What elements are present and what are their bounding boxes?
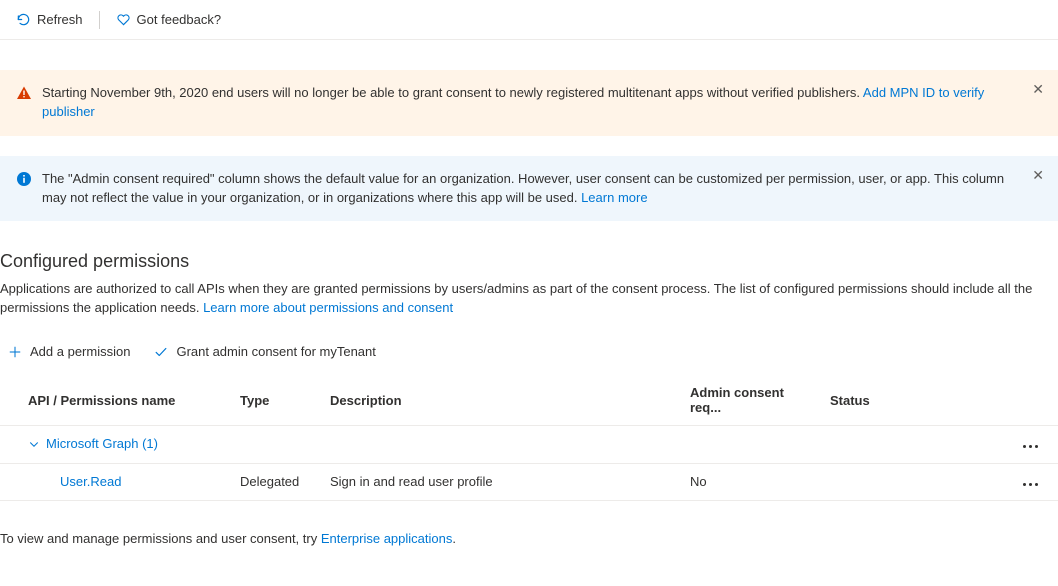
grant-consent-button[interactable]: Grant admin consent for myTenant <box>146 340 383 363</box>
permission-description: Sign in and read user profile <box>320 463 680 500</box>
grant-consent-label: Grant admin consent for myTenant <box>176 344 375 359</box>
header-menu <box>991 377 1058 426</box>
add-permission-label: Add a permission <box>30 344 130 359</box>
info-message: The "Admin consent required" column show… <box>42 171 1004 205</box>
close-icon: ✕ <box>1032 82 1044 96</box>
permissions-table: API / Permissions name Type Description … <box>0 377 1058 501</box>
chevron-down-icon <box>28 438 40 450</box>
feedback-button[interactable]: Got feedback? <box>110 8 228 31</box>
info-text: The "Admin consent required" column show… <box>42 170 1042 208</box>
api-group-toggle[interactable]: Microsoft Graph (1) <box>28 436 158 451</box>
info-learn-more-link[interactable]: Learn more <box>581 190 647 205</box>
header-status[interactable]: Status <box>820 377 991 426</box>
warning-banner: Starting November 9th, 2020 end users wi… <box>0 70 1058 136</box>
section-description-text: Applications are authorized to call APIs… <box>0 281 1032 315</box>
info-banner: The "Admin consent required" column show… <box>0 156 1058 222</box>
enterprise-applications-link[interactable]: Enterprise applications <box>321 531 453 546</box>
feedback-label: Got feedback? <box>137 12 222 27</box>
refresh-icon <box>16 12 31 27</box>
header-name[interactable]: API / Permissions name <box>0 377 230 426</box>
header-type[interactable]: Type <box>230 377 320 426</box>
close-icon: ✕ <box>1032 168 1044 182</box>
close-info-button[interactable]: ✕ <box>1028 164 1048 186</box>
plus-icon <box>8 345 22 359</box>
header-description[interactable]: Description <box>320 377 680 426</box>
refresh-label: Refresh <box>37 12 83 27</box>
checkmark-icon <box>154 345 168 359</box>
section-title: Configured permissions <box>0 251 1058 272</box>
permission-more-menu[interactable] <box>1019 479 1042 490</box>
add-permission-button[interactable]: Add a permission <box>0 340 138 363</box>
permission-type: Delegated <box>230 463 320 500</box>
footer-text: To view and manage permissions and user … <box>0 531 321 546</box>
command-bar: Refresh Got feedback? <box>0 0 1058 40</box>
permission-row: User.Read Delegated Sign in and read use… <box>0 463 1058 500</box>
header-consent[interactable]: Admin consent req... <box>680 377 820 426</box>
action-bar: Add a permission Grant admin consent for… <box>0 324 1058 377</box>
close-warning-button[interactable]: ✕ <box>1028 78 1048 100</box>
footer-note: To view and manage permissions and user … <box>0 501 1058 576</box>
group-more-menu[interactable] <box>1019 441 1042 452</box>
api-group-label: Microsoft Graph (1) <box>46 436 158 451</box>
table-header-row: API / Permissions name Type Description … <box>0 377 1058 426</box>
info-icon <box>16 171 32 187</box>
warning-text: Starting November 9th, 2020 end users wi… <box>42 84 1042 122</box>
permission-name-link[interactable]: User.Read <box>60 474 121 489</box>
api-group-row: Microsoft Graph (1) <box>0 426 1058 464</box>
toolbar-separator <box>99 11 100 29</box>
permission-status <box>820 463 991 500</box>
warning-message: Starting November 9th, 2020 end users wi… <box>42 85 863 100</box>
section-description: Applications are authorized to call APIs… <box>0 280 1058 318</box>
footer-period: . <box>452 531 456 546</box>
permission-consent: No <box>680 463 820 500</box>
configured-permissions-section: Configured permissions Applications are … <box>0 221 1058 585</box>
refresh-button[interactable]: Refresh <box>10 8 89 31</box>
permissions-learn-more-link[interactable]: Learn more about permissions and consent <box>203 300 453 315</box>
heart-icon <box>116 12 131 27</box>
warning-icon <box>16 85 32 101</box>
